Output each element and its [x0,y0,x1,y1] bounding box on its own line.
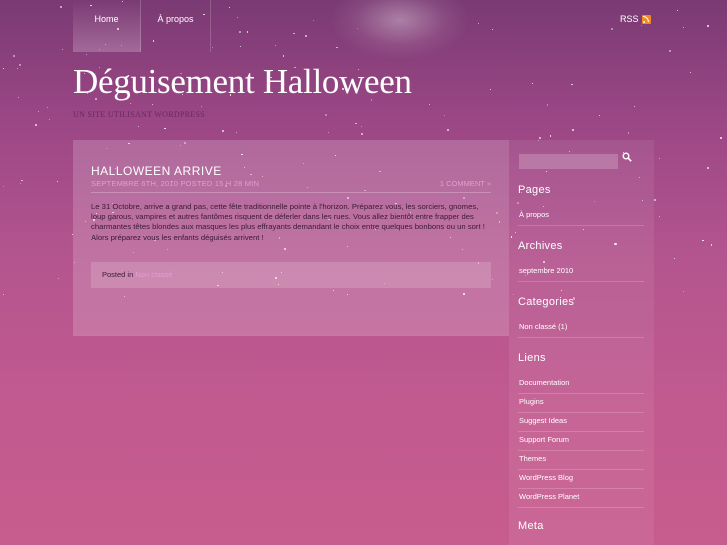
rss-link[interactable]: RSS [620,14,651,24]
post-title[interactable]: HALLOWEEN ARRIVE [91,164,222,178]
rss-label: RSS [620,14,639,24]
search-icon[interactable] [622,152,632,162]
blogroll-link[interactable]: WordPress Blog [519,473,573,482]
rss-feed-icon [641,14,651,24]
blogroll-link[interactable]: Plugins [519,397,544,406]
blogroll-link[interactable]: Documentation [519,378,569,387]
blogroll-link[interactable]: Support Forum [519,435,569,444]
widget-title-archives: Archives [518,240,563,252]
post-paragraph-2: Alors préparez vous les enfants déguisés… [91,232,264,242]
page-link[interactable]: À propos [519,210,549,219]
nav-item-a-propos[interactable]: À propos [141,0,211,52]
category-link[interactable]: Non classé (1) [519,322,567,331]
list-item: WordPress Planet [518,489,644,508]
comments-link[interactable]: 1 COMMENT » [440,179,491,188]
widget-title-pages: Pages [518,184,551,196]
top-navigation: Home À propos [73,0,211,52]
list-item: WordPress Blog [518,470,644,489]
post-container: HALLOWEEN ARRIVE SEPTEMBRE 6TH, 2010 POS… [73,140,509,336]
blogroll-link[interactable]: Themes [519,454,546,463]
widget-title-links: Liens [518,352,546,364]
blogroll-link[interactable]: WordPress Planet [519,492,579,501]
archive-link[interactable]: septembre 2010 [519,266,573,275]
list-item: À propos [518,207,644,226]
nebula-glow [330,0,470,60]
search-input[interactable] [519,154,618,169]
widget-title-meta: Meta [518,520,544,532]
sidebar: Pages À propos Archives septembre 2010 C… [509,140,654,545]
site-title[interactable]: Déguisement Halloween [73,62,412,102]
pages-list: À propos [518,207,644,226]
list-item: Non classé (1) [518,319,644,338]
post-paragraph: Le 31 Octobre, arrive a grand pas, cette… [91,202,485,232]
list-item: Plugins [518,394,644,413]
post-divider [91,192,491,193]
categories-list: Non classé (1) [518,319,644,338]
post-body: Le 31 Octobre, arrive a grand pas, cette… [91,202,491,243]
nav-item-home[interactable]: Home [73,0,141,52]
list-item: Suggest Ideas [518,413,644,432]
archives-list: septembre 2010 [518,263,644,282]
posted-in-label: Posted in [102,270,134,279]
post-meta: SEPTEMBRE 6TH, 2010 POSTED 15 H 28 MIN [91,179,260,188]
site-tagline: UN SITE UTILISANT WORDPRESS [73,110,206,119]
list-item: Documentation [518,375,644,394]
list-item: septembre 2010 [518,263,644,282]
category-link[interactable]: Non classé [135,270,172,279]
links-list: Documentation Plugins Suggest Ideas Supp… [518,375,644,508]
blogroll-link[interactable]: Suggest Ideas [519,416,567,425]
post-footer: Posted in Non classé [91,262,491,288]
list-item: Support Forum [518,432,644,451]
list-item: Themes [518,451,644,470]
widget-title-categories: Categories [518,296,575,308]
